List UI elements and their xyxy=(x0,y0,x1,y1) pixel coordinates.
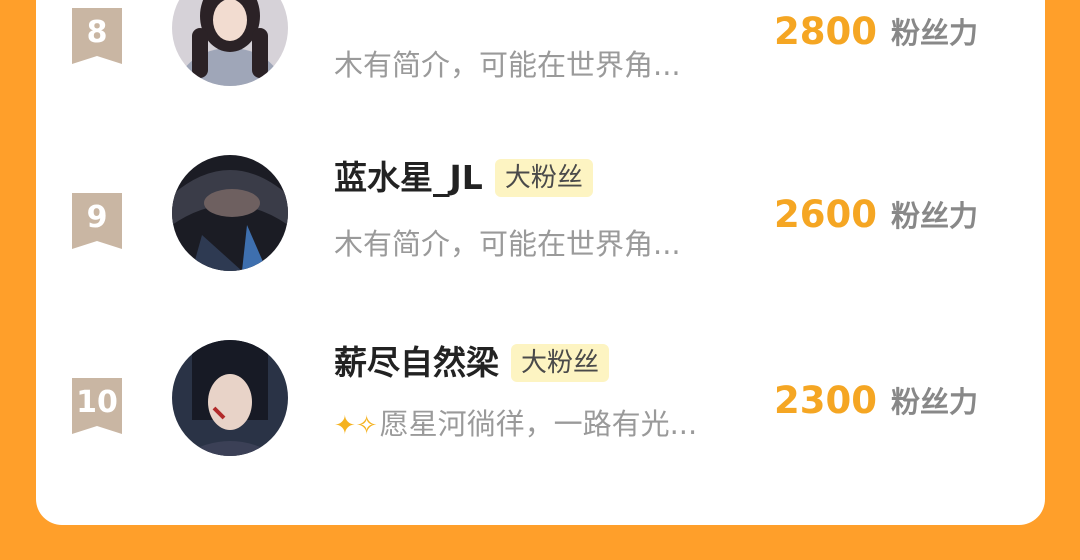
user-name[interactable]: 薪尽自然梁 xyxy=(334,340,499,386)
fan-power-score: 2600 粉丝力 xyxy=(774,184,978,244)
rank-number: 9 xyxy=(86,200,108,235)
bio-text: 木有简介，可能在世界角... xyxy=(334,227,681,261)
rank-ribbon-icon: 8 xyxy=(72,8,122,68)
list-item[interactable]: 10 薪尽自然梁 大粉丝 ✦✧愿星河徜徉，一路有光... 2300 粉丝力 xyxy=(36,340,1045,460)
rank-ribbon-icon: 9 xyxy=(72,193,122,253)
avatar[interactable] xyxy=(172,155,288,271)
rank-ribbon-icon: 10 xyxy=(72,378,122,438)
user-bio: ✦✧愿星河徜徉，一路有光... xyxy=(334,404,697,446)
user-name[interactable]: 南鸢清璃 xyxy=(334,0,466,8)
list-item[interactable]: 8 南鸢清璃 木有简介，可能在世界角... 2800 粉丝力 xyxy=(36,0,1045,88)
avatar[interactable] xyxy=(172,0,288,86)
fan-power-score: 2800 粉丝力 xyxy=(774,1,978,61)
score-unit: 粉丝力 xyxy=(890,199,978,233)
bio-text: 木有简介，可能在世界角... xyxy=(334,48,681,82)
avatar[interactable] xyxy=(172,340,288,456)
score-value: 2600 xyxy=(774,192,877,236)
score-value: 2800 xyxy=(774,9,877,53)
fan-power-score: 2300 粉丝力 xyxy=(774,370,978,430)
score-unit: 粉丝力 xyxy=(890,16,978,50)
rank-number: 8 xyxy=(86,15,108,50)
list-item[interactable]: 9 蓝水星_JL 大粉丝 木有简介，可能在世界角... 2600 粉丝力 xyxy=(36,155,1045,275)
user-bio: 木有简介，可能在世界角... xyxy=(334,224,681,264)
score-value: 2300 xyxy=(774,378,877,422)
user-bio: 木有简介，可能在世界角... xyxy=(334,45,681,85)
rank-number: 10 xyxy=(76,385,118,420)
status-badge: 大粉丝 xyxy=(511,344,610,382)
user-name[interactable]: 蓝水星_JL xyxy=(334,155,483,201)
leaderboard-card: 8 南鸢清璃 木有简介，可能在世界角... 2800 粉丝力 xyxy=(36,0,1045,525)
bio-text: 愿星河徜徉，一路有光... xyxy=(379,407,698,441)
sparkles-icon: ✦✧ xyxy=(334,411,378,441)
status-badge: 大粉丝 xyxy=(494,159,593,197)
score-unit: 粉丝力 xyxy=(890,385,978,419)
